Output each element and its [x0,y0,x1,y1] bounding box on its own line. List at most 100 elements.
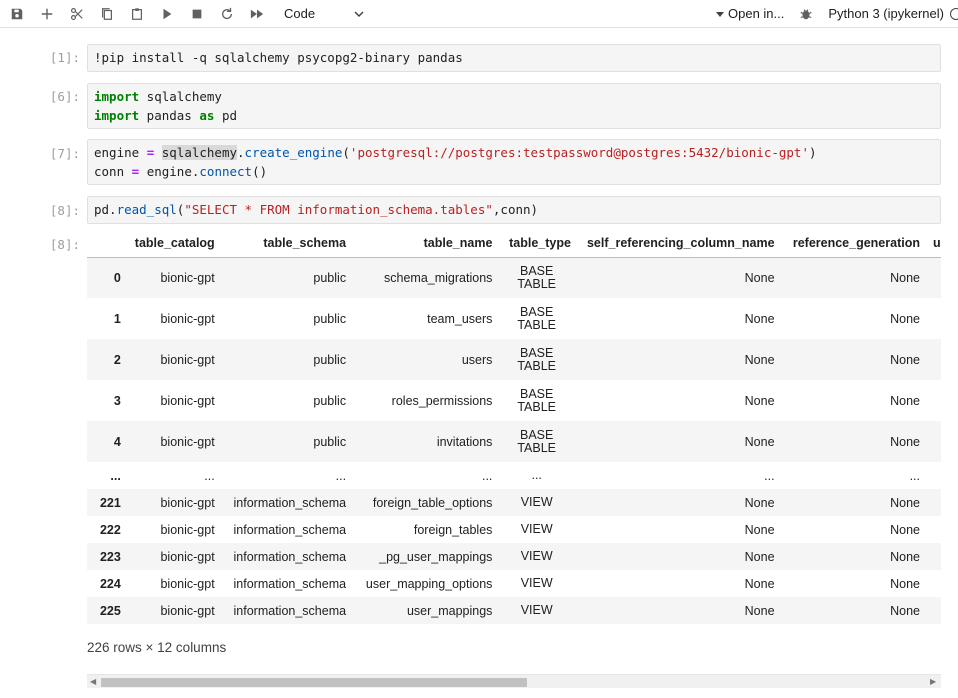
run-icon[interactable] [152,0,182,28]
column-header: self_referencing_column_name [570,230,775,258]
table-cell: information_schema [233,549,347,564]
table-cell: user_mapping_options [365,576,493,591]
table-row: 3 bionic-gpt public roles_permissions BASE TA… [87,380,941,421]
table-cell [920,489,941,516]
table-cell: VIEW [492,543,571,570]
table-cell: information_schema [233,495,347,510]
table-type-text: BASE [520,345,554,360]
table-cell: ... [492,462,571,489]
table-cell: bionic-gpt [160,393,215,408]
run-all-icon[interactable] [242,0,272,28]
table-cell: ... [909,468,920,483]
table-cell: bionic-gpt [160,603,215,618]
output-prompt: [8]: [49,237,80,252]
caret-down-icon [716,11,724,17]
table-row: 223 bionic-gpt information_schema _pg_user_… [87,543,941,570]
open-in-dropdown[interactable]: Open in... [716,6,784,21]
table-type-text: VIEW [520,549,553,563]
table-type-text: TABLE [517,399,557,414]
table-row: 222 bionic-gpt information_schema foreign_t… [87,516,941,543]
table-cell: information_schema [233,522,347,537]
column-header [87,230,125,258]
table-cell [920,298,941,339]
column-header: table_schema [214,230,347,258]
table-cell: BASE TABLE [492,380,571,421]
code-cell[interactable]: import sqlalchemy import pandas as pd [87,83,941,129]
table-row: 1 bionic-gpt public team_users BASE TABLE None… [87,298,941,339]
paste-icon[interactable] [122,0,152,28]
table-type-text: VIEW [520,522,553,536]
kernel-name[interactable]: Python 3 (ipykernel) [828,6,944,21]
table-type-text: TABLE [517,440,557,455]
table-cell: foreign_table_options [372,495,493,510]
table-cell [920,516,941,543]
scrollbar-thumb[interactable] [101,678,527,687]
table-cell: VIEW [492,570,571,597]
table-cell [920,380,941,421]
column-header: table_name [346,230,493,258]
table-cell [920,462,941,489]
kernel-status-icon [950,7,958,20]
horizontal-scrollbar[interactable]: ◀ ▶ [87,674,941,688]
row-index: 3 [113,393,121,408]
restart-icon[interactable] [212,0,242,28]
chevron-down-icon [354,10,364,17]
table-cell: None [890,522,920,537]
dataframe-output: table_catalog table_schema table_name ta… [87,230,941,630]
table-cell: public [313,434,347,449]
table-cell [920,597,941,624]
table-row: 221 bionic-gpt information_schema foreign_t… [87,489,941,516]
table-row: 224 bionic-gpt information_schema user_mapp… [87,570,941,597]
code-cell[interactable]: pd.read_sql("SELECT * FROM information_s… [87,196,941,224]
table-cell: BASE TABLE [492,298,571,339]
add-cell-icon[interactable] [32,0,62,28]
table-cell: None [890,603,920,618]
table-cell: None [890,393,920,408]
table-type-text: TABLE [517,358,557,373]
table-type-text: VIEW [520,576,553,590]
table-cell: None [890,434,920,449]
table-type-text: TABLE [517,276,557,291]
cell-prompt: [8]: [49,203,80,218]
copy-icon[interactable] [92,0,122,28]
table-cell: public [313,311,347,326]
cut-icon[interactable] [62,0,92,28]
table-cell: public [313,270,347,285]
table-cell: ... [204,468,215,483]
cell-prompt: [6]: [49,89,80,104]
table-type-text: VIEW [520,603,553,617]
scroll-left-icon[interactable]: ◀ [90,678,98,686]
table-cell: None [744,495,775,510]
table-cell [920,257,941,298]
table-cell: VIEW [492,597,571,624]
table-type-text: VIEW [520,495,553,509]
row-index: 225 [99,603,121,618]
row-index: 2 [113,352,121,367]
code-cell[interactable]: engine = sqlalchemy.create_engine('postg… [87,139,941,185]
table-cell: None [744,576,775,591]
table-cell: bionic-gpt [160,434,215,449]
table-cell: None [744,434,775,449]
scroll-right-icon[interactable]: ▶ [930,678,938,686]
table-cell: public [313,393,347,408]
notebook-toolbar: Code Open in... Python 3 (ipykernel) [0,0,958,28]
table-cell [920,339,941,380]
column-header: table_catalog [124,230,215,258]
dataframe-table: table_catalog table_schema table_name ta… [87,230,941,624]
table-cell: bionic-gpt [160,549,215,564]
table-cell: None [744,549,775,564]
table-cell: foreign_tables [413,522,493,537]
table-cell [920,421,941,462]
table-cell: public [313,352,347,367]
table-row: ..................... [87,462,941,489]
table-cell: bionic-gpt [160,522,215,537]
table-cell: None [890,576,920,591]
table-cell: bionic-gpt [160,352,215,367]
save-icon[interactable] [2,0,32,28]
stop-icon[interactable] [182,0,212,28]
debugger-icon[interactable] [798,6,814,22]
code-cell[interactable]: !pip install -q sqlalchemy psycopg2-bina… [87,44,941,72]
cell-type-select[interactable]: Code [284,3,366,25]
table-cell: bionic-gpt [160,576,215,591]
table-cell: ... [335,468,347,483]
